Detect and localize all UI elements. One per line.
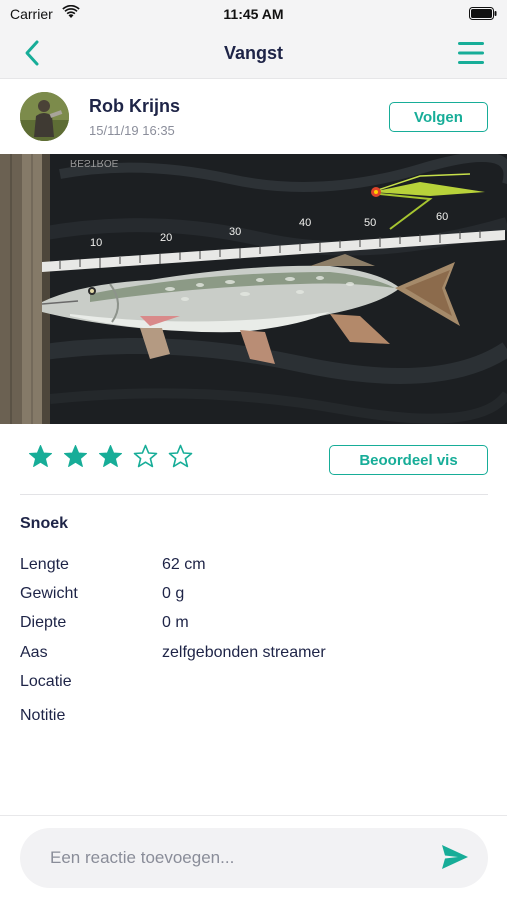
send-icon [442,845,468,869]
comment-input[interactable] [50,843,420,873]
page-title: Vangst [223,43,284,63]
svg-text:60: 60 [436,211,448,223]
hamburger-menu-icon[interactable] [457,39,485,67]
post-timestamp: 15/11/19 16:35 [89,123,175,138]
detail-value: 0 m [162,614,189,631]
user-name[interactable]: Rob Krijns [89,96,180,117]
comment-bar [0,815,507,900]
star-rating[interactable] [28,444,193,478]
avatar-image [20,92,69,141]
battery-icon [469,7,497,20]
star-filled-icon[interactable] [63,444,88,469]
detail-row-weight: Gewicht 0 g [20,585,488,607]
divider [20,494,488,495]
star-filled-icon[interactable] [98,444,123,469]
avatar[interactable] [20,92,69,141]
detail-row-note: Notitie [20,707,488,729]
star-outline-icon[interactable] [168,444,193,469]
comment-field-container[interactable] [20,828,488,888]
detail-value: zelfgebonden streamer [162,644,326,661]
detail-row-location: Locatie [20,673,488,695]
rate-fish-button[interactable]: Beoordeel vis [329,445,488,475]
svg-text:20: 20 [160,232,172,244]
catch-photo[interactable]: RESTROE 10 20 30 40 50 60 [0,154,507,424]
detail-label: Notitie [20,707,66,724]
detail-value: 62 cm [162,556,206,573]
detail-row-depth: Diepte 0 m [20,614,488,636]
pike-photo: RESTROE 10 20 30 40 50 60 [0,154,507,424]
detail-label: Lengte [20,556,69,573]
species-name: Snoek [20,515,69,532]
detail-label: Diepte [20,614,67,631]
detail-label: Locatie [20,673,72,690]
status-bar: Carrier 11:45 AM [0,0,507,28]
detail-label: Gewicht [20,585,78,602]
svg-text:RESTROE: RESTROE [70,157,119,168]
clock-time: 11:45 AM [223,6,284,22]
navigation-bar: Vangst [0,28,507,79]
svg-text:50: 50 [364,217,376,229]
svg-text:10: 10 [90,237,102,249]
detail-row-bait: Aas zelfgebonden streamer [20,644,488,666]
send-button[interactable] [440,844,470,872]
detail-row-length: Lengte 62 cm [20,556,488,578]
detail-value: 0 g [162,585,185,602]
star-filled-icon[interactable] [28,444,53,469]
chevron-left-icon[interactable] [18,38,48,68]
star-outline-icon[interactable] [133,444,158,469]
post-header: Rob Krijns 15/11/19 16:35 Volgen [0,80,507,154]
follow-button[interactable]: Volgen [389,102,488,132]
detail-label: Aas [20,644,48,661]
svg-text:40: 40 [299,217,311,229]
svg-text:30: 30 [229,226,241,238]
